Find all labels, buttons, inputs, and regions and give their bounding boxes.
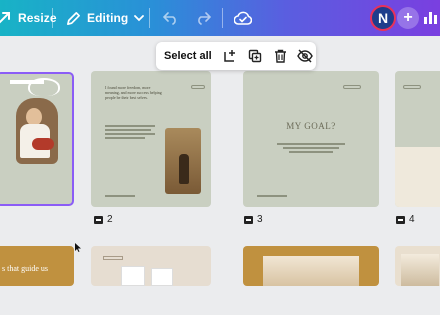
field-photo: [165, 128, 201, 194]
duplicate-icon: [249, 49, 262, 63]
page-number-4: 4: [396, 214, 415, 225]
user-avatar[interactable]: N: [370, 5, 396, 31]
resize-icon: [0, 10, 12, 26]
resize-button[interactable]: Resize: [0, 0, 57, 36]
page-number-label: 4: [409, 214, 415, 225]
page-thumbnail-4[interactable]: [395, 71, 440, 207]
chevron-down-icon: [134, 13, 145, 23]
bar-chart-icon: [422, 12, 440, 30]
footer-line: [257, 195, 287, 197]
redo-button[interactable]: [195, 0, 211, 36]
page-2-headline: I found more freedom, more meaning, and …: [105, 85, 162, 100]
editor-top-bar: Resize Editing N +: [0, 0, 440, 36]
tag-pill: [403, 85, 421, 89]
page-number-3: 3: [244, 214, 263, 225]
add-collaborator-button[interactable]: +: [397, 7, 419, 29]
undo-icon: [163, 11, 179, 25]
page-thumbnail-5[interactable]: s that guide us: [0, 246, 74, 286]
page-3-headline: MY GOAL?: [286, 121, 336, 131]
page-number-label: 3: [257, 214, 263, 225]
undo-button[interactable]: [163, 0, 179, 36]
pencil-icon: [66, 11, 81, 26]
decorative-line: [10, 80, 44, 84]
photo-card: [151, 268, 173, 286]
add-page-icon: [224, 50, 236, 62]
text-line: [283, 147, 339, 149]
text-line: [105, 137, 145, 139]
page-thumbnail-1[interactable]: [0, 72, 74, 206]
text-line: [289, 151, 333, 153]
comment-icon: [94, 215, 103, 224]
resize-label: Resize: [18, 11, 57, 25]
tag-pill: [191, 85, 205, 89]
delete-button[interactable]: [270, 45, 291, 67]
page-thumbnail-7[interactable]: [243, 246, 379, 286]
tag-pill: [343, 85, 361, 89]
page-thumbnail-2[interactable]: I found more freedom, more meaning, and …: [91, 71, 211, 207]
page-number-label: 2: [107, 214, 113, 225]
insights-button[interactable]: [422, 8, 440, 31]
add-page-button[interactable]: [220, 45, 241, 67]
editing-label: Editing: [87, 11, 129, 25]
duplicate-button[interactable]: [245, 45, 266, 67]
save-status-button[interactable]: [234, 0, 252, 36]
page-thumbnail-6[interactable]: [91, 246, 211, 286]
interior-photo: [263, 256, 359, 286]
select-all-button[interactable]: Select all: [164, 50, 212, 62]
tag-pill: [103, 256, 123, 260]
pages-grid-view: I found more freedom, more meaning, and …: [0, 36, 440, 315]
comment-icon: [244, 215, 253, 224]
trash-icon: [274, 49, 286, 63]
page-5-text: s that guide us: [2, 264, 48, 273]
footer-line: [105, 195, 135, 197]
portrait-photo: [16, 98, 58, 164]
eye-off-icon: [297, 49, 314, 63]
cloud-check-icon: [234, 11, 252, 25]
mouse-cursor: [75, 239, 81, 257]
comment-icon: [396, 215, 405, 224]
page-thumbnail-3[interactable]: MY GOAL?: [243, 71, 379, 207]
divider: [149, 8, 150, 28]
curtain-photo: [401, 254, 439, 286]
redo-icon: [195, 11, 211, 25]
text-line: [105, 125, 155, 127]
editing-mode-button[interactable]: Editing: [66, 0, 145, 36]
text-line: [105, 129, 151, 131]
text-line: [105, 133, 155, 135]
photo-card: [121, 266, 145, 286]
divider: [52, 8, 53, 28]
page-thumbnail-8[interactable]: [395, 246, 440, 286]
cream-panel: [395, 147, 440, 207]
text-line: [277, 143, 345, 145]
page-number-2: 2: [94, 214, 113, 225]
selection-toolbar: Select all: [156, 42, 316, 70]
divider: [222, 8, 223, 28]
hide-button[interactable]: [295, 45, 316, 67]
